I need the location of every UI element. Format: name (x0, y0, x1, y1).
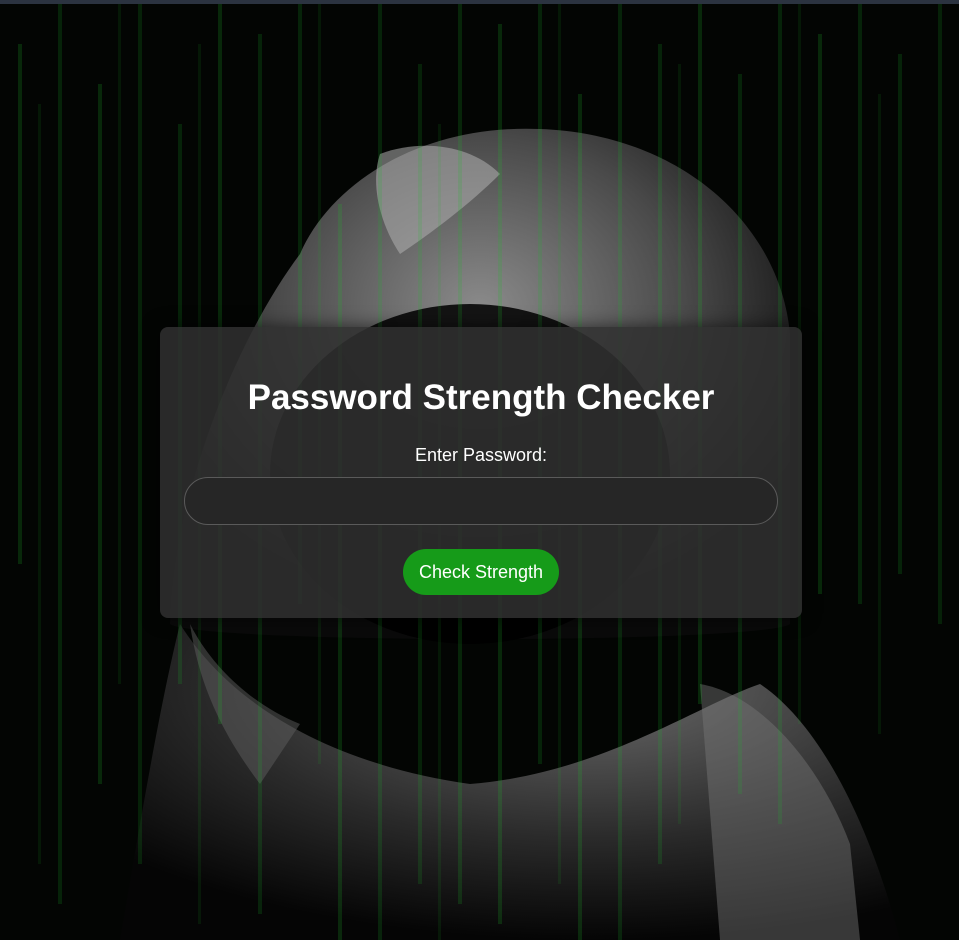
password-input[interactable] (184, 477, 778, 525)
password-label: Enter Password: (414, 445, 548, 465)
check-strength-button[interactable]: Check Strength (403, 549, 559, 595)
page-title: Password Strength Checker (247, 378, 715, 417)
password-checker-card: Password Strength Checker Enter Password… (160, 327, 802, 618)
